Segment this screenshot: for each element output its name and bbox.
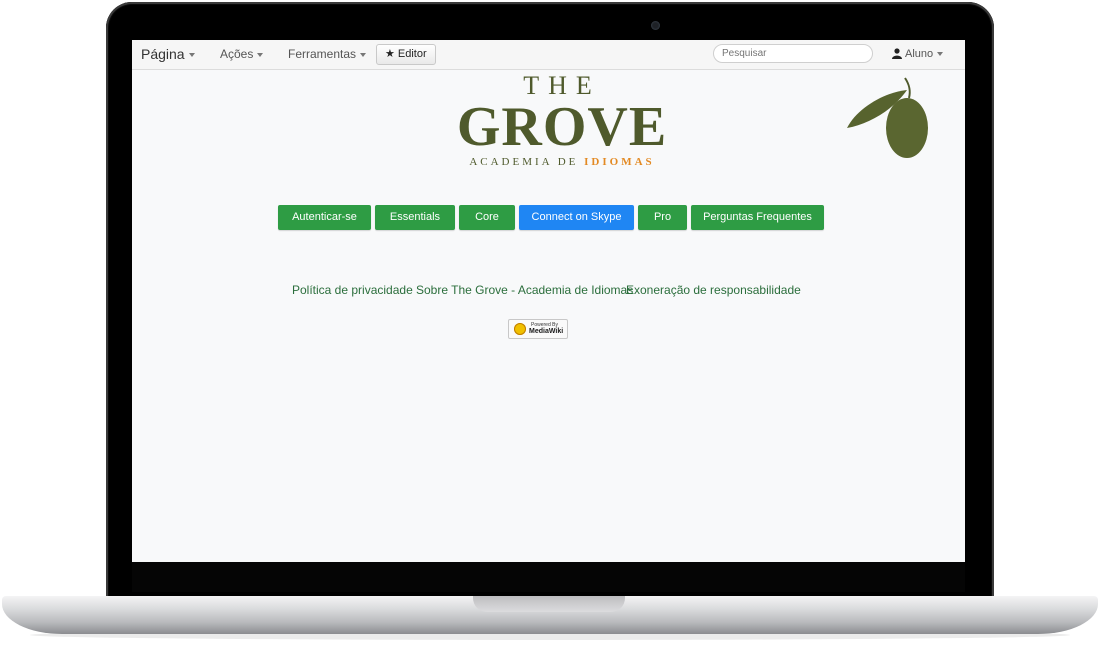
essentials-button[interactable]: Essentials xyxy=(375,205,455,230)
logo-subtitle-highlight: IDIOMAS xyxy=(584,156,655,168)
logo-subtitle: ACADEMIA DE IDIOMAS xyxy=(432,155,692,169)
pro-button[interactable]: Pro xyxy=(638,205,687,230)
logo-grove: GROVE xyxy=(456,96,668,158)
tools-menu[interactable]: Ferramentas xyxy=(288,47,367,61)
actions-menu-label: Ações xyxy=(220,47,254,61)
editor-button-label: Editor xyxy=(397,48,427,60)
caret-down-icon xyxy=(360,52,367,57)
core-button[interactable]: Core xyxy=(459,205,515,230)
editor-button[interactable]: ★ Editor xyxy=(376,44,436,65)
camera-icon xyxy=(651,21,660,30)
user-menu-label: Aluno xyxy=(905,48,934,60)
connect-skype-button[interactable]: Connect on Skype xyxy=(519,205,634,230)
logo-subtitle-prefix: ACADEMIA DE xyxy=(469,156,585,168)
top-navbar: Página Ações Ferramentas ★Editor Aluno xyxy=(132,40,965,70)
caret-down-icon xyxy=(937,52,944,57)
browser-screen: Página Ações Ferramentas ★Editor Aluno T… xyxy=(132,40,965,562)
laptop-notch xyxy=(473,596,625,612)
tools-menu-label: Ferramentas xyxy=(288,47,357,61)
privacy-link[interactable]: Política de privacidade xyxy=(292,283,413,297)
caret-down-icon xyxy=(257,52,264,57)
mediawiki-text: MediaWiki xyxy=(529,328,564,335)
actions-menu[interactable]: Ações xyxy=(220,47,264,61)
page-menu[interactable]: Página xyxy=(141,46,195,62)
user-menu[interactable]: Aluno xyxy=(892,48,944,60)
search-input[interactable] xyxy=(713,44,873,63)
disclaimer-link[interactable]: Exoneração de responsabilidade xyxy=(626,283,801,297)
login-button[interactable]: Autenticar-se xyxy=(278,205,371,230)
star-icon: ★ xyxy=(385,48,395,60)
olive-icon xyxy=(847,77,928,158)
page-menu-label: Página xyxy=(141,46,185,62)
faq-button[interactable]: Perguntas Frequentes xyxy=(691,205,824,230)
caret-down-icon xyxy=(188,53,195,58)
site-logo[interactable]: THE GROVE ACADEMIA DE IDIOMAS xyxy=(432,73,692,169)
user-icon xyxy=(892,48,902,59)
laptop-bezel xyxy=(132,562,965,592)
about-link[interactable]: Sobre The Grove - Academia de Idiomas xyxy=(416,283,633,297)
powered-by-mediawiki-badge[interactable]: Powered By MediaWiki xyxy=(508,319,568,339)
mediawiki-flower-icon xyxy=(514,323,526,335)
